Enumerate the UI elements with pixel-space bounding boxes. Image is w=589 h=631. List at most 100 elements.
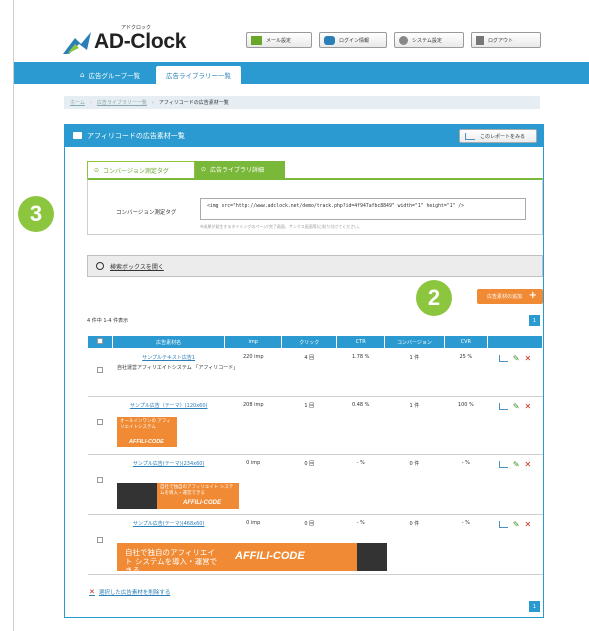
view-report-button[interactable]: このレポートをみる (459, 129, 537, 143)
document-icon (73, 132, 82, 139)
row-click: 0 回 (281, 454, 337, 515)
banner-468x60: 自社で独自のアフィリエイト システムを導入・運営できる AFFILI-CODE (117, 543, 357, 575)
col-cvr[interactable]: CVR (443, 335, 489, 349)
col-name[interactable]: 広告素材名 (112, 335, 226, 349)
delete-icon[interactable]: ✕ (525, 520, 532, 529)
search-icon (96, 262, 104, 270)
col-actions (487, 335, 543, 349)
row-imp: 220 imp (224, 348, 282, 397)
delete-selected-label: 選択した広告素材を削除する (98, 590, 171, 596)
row-imp: 208 imp (224, 396, 282, 455)
select-all-header (86, 335, 114, 349)
row-ctr: 0.48 % (336, 396, 385, 455)
row-actions: ✎ ✕ (487, 454, 543, 515)
mail-settings-label: メール設定 (266, 37, 292, 44)
system-settings-button[interactable]: システム設定 (394, 32, 464, 48)
page-number-top[interactable]: 1 (529, 315, 540, 326)
ad-text-preview: 自社運営アフィリエイトシステム 「アフィリコード」 (117, 365, 239, 371)
row-checkbox-cell (87, 396, 113, 455)
tab-ad-groups[interactable]: ⌂ 広告グループ一覧 (70, 66, 150, 84)
report-chart-icon[interactable] (498, 403, 508, 410)
mail-icon (251, 35, 262, 45)
logo-icon (63, 32, 91, 54)
add-ad-material-label: 広告素材の追加 (487, 294, 523, 300)
login-info-button[interactable]: ログイン情報 (319, 32, 387, 48)
col-click[interactable]: クリック (281, 335, 338, 349)
report-chart-icon[interactable] (498, 461, 508, 468)
edit-icon[interactable]: ✎ (513, 354, 520, 363)
tab-conversion-tag[interactable]: ⊙ コンバージョン測定タグ (87, 161, 195, 178)
banner-120x60-text: オールインワンの アフィリエイトシステム (120, 419, 171, 430)
col-imp[interactable]: imp (224, 335, 283, 349)
plus-icon: + (528, 290, 537, 301)
breadcrumb-library[interactable]: 広告ライブラリー一覧 (97, 99, 147, 106)
tab-ad-library[interactable]: 広告ライブラリー一覧 (156, 66, 241, 84)
col-conversion[interactable]: コンバージョン (384, 335, 445, 349)
report-chart-icon[interactable] (498, 521, 508, 528)
logout-label: ログアウト (488, 37, 514, 44)
banner-234x60-image (117, 483, 157, 509)
table-row: サンプルテキスト広告1 220 imp 4 回 1.78 % 1 件 25 % … (87, 348, 543, 397)
delete-selected-link[interactable]: ✕ 選択した広告素材を削除する (89, 588, 170, 596)
open-search-box-toggle[interactable]: 検索ボックスを開く (87, 255, 543, 277)
row-actions: ✎ ✕ (487, 396, 543, 455)
ad-name-link[interactable]: サンプル広告（テーマ）(120x60) (130, 403, 208, 409)
banner-120x60: オールインワンの アフィリエイトシステム AFFILI-CODE (117, 417, 177, 447)
system-settings-label: システム設定 (412, 37, 442, 44)
report-chart-icon[interactable] (498, 355, 508, 362)
breadcrumb-separator: › (151, 99, 154, 106)
door-icon (476, 35, 484, 45)
row-cvr: 25 % (444, 348, 488, 397)
row-conversion: 0 件 (384, 454, 445, 515)
page-number-bottom[interactable]: 1 (529, 601, 540, 612)
row-name-cell: サンプルテキスト広告1 (112, 348, 225, 397)
row-checkbox[interactable] (97, 537, 104, 543)
logout-button[interactable]: ログアウト (471, 32, 541, 48)
delete-icon[interactable]: ✕ (525, 402, 532, 411)
circle-icon: ⊙ (201, 166, 207, 173)
edit-icon[interactable]: ✎ (513, 402, 520, 411)
banner-468x60-image (357, 543, 387, 571)
conversion-tag-box: コンバージョン測定タグ <img src="http://www.adclock… (87, 178, 543, 235)
row-checkbox[interactable] (97, 477, 104, 483)
ad-name-link[interactable]: サンプルテキスト広告1 (142, 355, 195, 361)
gear-icon (399, 35, 408, 45)
row-checkbox[interactable] (97, 419, 104, 425)
callout-badge-2: 2 (416, 280, 452, 316)
conversion-tag-field[interactable]: <img src="http://www.adclock.net/demo/tr… (200, 198, 526, 220)
row-cvr: - % (444, 514, 488, 575)
tab-ad-library-label: 広告ライブラリー一覧 (166, 72, 231, 80)
tab-ad-groups-label: 広告グループ一覧 (88, 72, 141, 80)
delete-icon[interactable]: ✕ (525, 460, 532, 469)
row-checkbox[interactable] (97, 367, 104, 373)
row-conversion: 0 件 (384, 514, 445, 575)
breadcrumb-home[interactable]: ホーム (70, 99, 85, 106)
breadcrumb: ホーム › 広告ライブラリー一覧 › アフィリコードの広告素材一覧 (64, 96, 540, 109)
add-ad-material-button[interactable]: 広告素材の追加 + (477, 289, 543, 304)
tab-library-detail[interactable]: ⊙ 広告ライブラリ詳細 (195, 161, 285, 178)
user-group-icon (324, 35, 335, 45)
logo-text: AD-Clock (94, 30, 187, 53)
tab-library-detail-label: 広告ライブラリ詳細 (210, 167, 265, 174)
mail-settings-button[interactable]: メール設定 (246, 32, 312, 48)
home-icon: ⌂ (80, 71, 85, 79)
row-click: 4 回 (281, 348, 337, 397)
col-ctr[interactable]: CTR (336, 335, 386, 349)
banner-234x60-text: 自社で独自のアフィリエイト システムを導入・運営できる (160, 485, 234, 496)
breadcrumb-separator: › (89, 99, 92, 106)
panel-title: アフィリコードの広告素材一覧 (87, 132, 185, 140)
ad-name-link[interactable]: サンプル広告(テーマ)(468x60) (133, 521, 205, 527)
result-count: 4 件中 1-4 件表示 (87, 318, 129, 324)
edit-icon[interactable]: ✎ (513, 520, 520, 529)
banner-120x60-brand: AFFILI-CODE (129, 439, 164, 445)
banner-234x60: 自社で独自のアフィリエイト システムを導入・運営できる AFFILI-CODE (157, 483, 239, 509)
nav-bar: ⌂ 広告グループ一覧 広告ライブラリー一覧 (14, 62, 589, 84)
conversion-tag-note: ※成果が発生するタイミングのページ(完了画面、サンクス画面等)に貼り付けてくださ… (200, 224, 363, 229)
chart-icon (465, 133, 475, 140)
select-all-checkbox[interactable] (97, 338, 104, 344)
delete-icon[interactable]: ✕ (525, 354, 532, 363)
ad-name-link[interactable]: サンプル広告(テーマ)(234x60) (133, 461, 205, 467)
login-info-label: ログイン情報 (339, 37, 370, 44)
banner-468x60-brand: AFFILI-CODE (235, 550, 305, 562)
edit-icon[interactable]: ✎ (513, 460, 520, 469)
